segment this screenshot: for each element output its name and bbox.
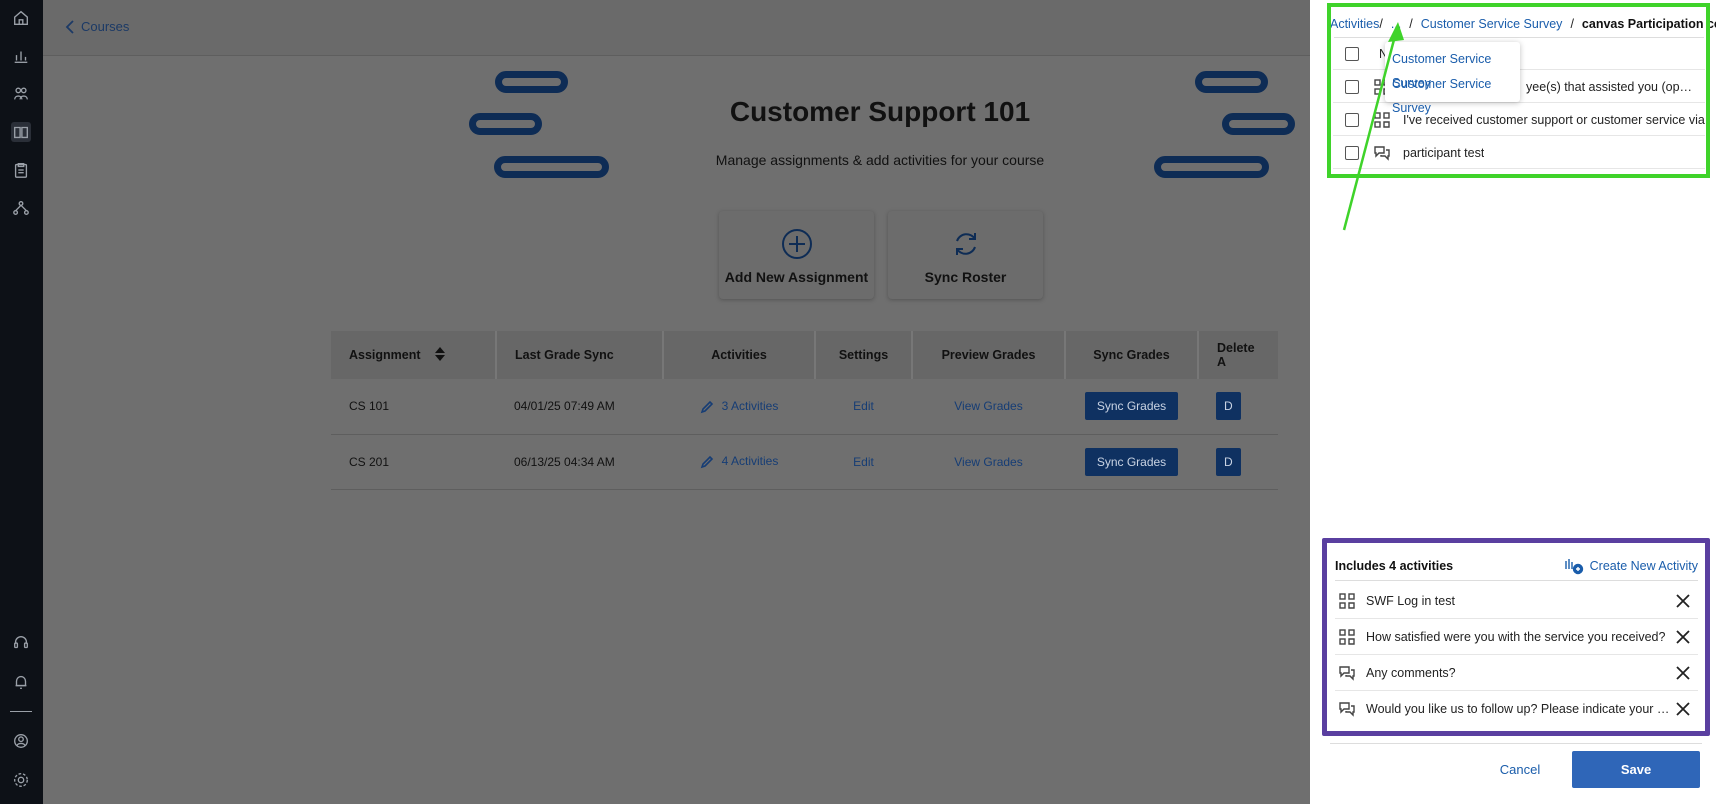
delete-button[interactable]: D xyxy=(1216,447,1241,476)
activities-link[interactable]: 4 Activities xyxy=(663,434,815,490)
courses-icon[interactable] xyxy=(11,122,31,142)
table-header-row: Assignment Last Grade Sync Activities Se… xyxy=(331,331,1278,379)
plus-circle-icon xyxy=(781,229,812,259)
sync-roster-label: Sync Roster xyxy=(924,269,1007,285)
cancel-button[interactable]: Cancel xyxy=(1482,752,1558,788)
column-header-delete: Delete A xyxy=(1198,331,1278,379)
annotation-arrow xyxy=(1342,22,1404,231)
bell-icon[interactable] xyxy=(11,672,31,692)
pencil-icon xyxy=(700,399,722,413)
assignments-table: Assignment Last Grade Sync Activities Se… xyxy=(331,331,1278,490)
back-link-label: Courses xyxy=(81,19,130,34)
sync-grades-cell: Sync Grades xyxy=(1065,379,1198,435)
view-grades-link[interactable]: View Grades xyxy=(912,379,1065,435)
course-title: Customer Support 101 xyxy=(729,96,1031,127)
edit-link[interactable]: Edit xyxy=(815,434,912,490)
sync-grades-cell: Sync Grades xyxy=(1065,434,1198,490)
back-to-courses-link[interactable]: Courses xyxy=(65,19,129,34)
analytics-icon[interactable] xyxy=(11,46,31,66)
chevron-left-icon xyxy=(65,19,74,34)
assignment-name: CS 201 xyxy=(331,434,496,490)
profile-icon[interactable] xyxy=(11,731,31,751)
column-header-preview-grades: Preview Grades xyxy=(912,331,1066,379)
column-header-last-grade-sync: Last Grade Sync xyxy=(496,331,664,379)
sort-icon[interactable] xyxy=(434,346,445,364)
network-icon[interactable] xyxy=(11,198,31,218)
settings-icon[interactable] xyxy=(11,770,31,790)
table-row: CS 101 04/01/25 07:49 AM 3 Activities Ed… xyxy=(331,379,1278,435)
last-sync-time: 04/01/25 07:49 AM xyxy=(496,379,663,435)
column-header-sync-grades: Sync Grades xyxy=(1065,331,1199,379)
sync-grades-button[interactable]: Sync Grades xyxy=(1084,392,1179,421)
activities-link[interactable]: 3 Activities xyxy=(663,379,815,435)
add-new-assignment-button[interactable]: Add New Assignment xyxy=(719,211,874,299)
column-header-activities: Activities xyxy=(663,331,816,379)
delete-cell: D xyxy=(1198,434,1278,490)
edit-link[interactable]: Edit xyxy=(815,379,912,435)
last-sync-time: 06/13/25 04:34 AM xyxy=(496,434,663,490)
nav-separator xyxy=(10,711,32,712)
add-assignment-label: Add New Assignment xyxy=(724,269,869,285)
delete-cell: D xyxy=(1198,379,1278,435)
delete-button[interactable]: D xyxy=(1216,392,1241,421)
table-row: CS 201 06/13/25 04:34 AM 4 Activities Ed… xyxy=(331,434,1278,490)
support-icon[interactable] xyxy=(11,633,31,653)
pencil-icon xyxy=(700,454,722,469)
sync-roster-button[interactable]: Sync Roster xyxy=(888,211,1043,299)
save-button[interactable]: Save xyxy=(1572,751,1700,788)
sync-grades-button[interactable]: Sync Grades xyxy=(1084,447,1179,476)
left-navigation xyxy=(0,0,43,804)
home-icon[interactable] xyxy=(11,8,31,28)
column-header-settings: Settings xyxy=(815,331,913,379)
top-bar: Courses xyxy=(43,0,1310,56)
assignment-name: CS 101 xyxy=(331,379,496,435)
view-grades-link[interactable]: View Grades xyxy=(912,434,1065,490)
highlight-box-purple xyxy=(1322,538,1710,736)
column-header-assignment[interactable]: Assignment xyxy=(331,331,497,379)
users-icon[interactable] xyxy=(11,84,31,104)
sync-icon xyxy=(955,233,976,255)
footer-divider xyxy=(1330,743,1702,744)
clipboard-icon[interactable] xyxy=(11,160,31,180)
course-subtitle: Manage assignments & add activities for … xyxy=(715,152,1045,168)
